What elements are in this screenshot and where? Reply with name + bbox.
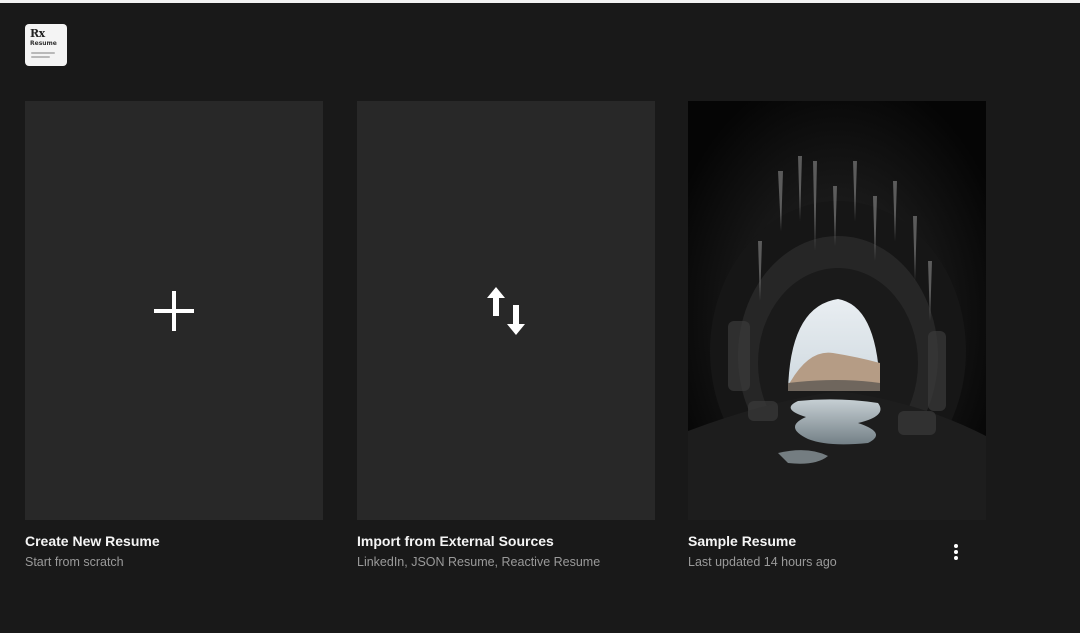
card-subtitle: Last updated 14 hours ago <box>688 555 837 569</box>
create-resume-card[interactable]: Create New Resume Start from scratch <box>25 101 323 570</box>
resume-grid: Create New Resume Start from scratch Imp… <box>25 101 986 581</box>
logo-line <box>31 56 50 58</box>
sample-resume-card[interactable]: Sample Resume Last updated 14 hours ago <box>688 101 986 570</box>
more-options-button[interactable] <box>946 541 966 563</box>
logo-mark: Rx <box>30 27 45 40</box>
card-subtitle: Start from scratch <box>25 555 124 569</box>
logo-line <box>31 52 55 54</box>
logo-word: Resume <box>30 40 57 47</box>
card-subtitle: LinkedIn, JSON Resume, Reactive Resume <box>357 555 601 569</box>
plus-icon <box>150 287 198 335</box>
app-logo[interactable]: Rx Resume <box>25 24 67 66</box>
more-vertical-icon <box>954 544 958 560</box>
import-resume-thumbnail[interactable] <box>357 101 655 520</box>
card-title: Sample Resume <box>688 533 797 549</box>
cave-tunnel-photo <box>688 101 986 520</box>
import-resume-card[interactable]: Import from External Sources LinkedIn, J… <box>357 101 655 570</box>
create-resume-thumbnail[interactable] <box>25 101 323 520</box>
resume-dashboard: Rx Resume Create New Resume Start from s… <box>0 0 1080 633</box>
card-title: Import from External Sources <box>357 533 554 549</box>
import-arrows-icon <box>482 286 530 335</box>
sample-resume-thumbnail[interactable] <box>688 101 986 520</box>
card-title: Create New Resume <box>25 533 160 549</box>
window-top-border <box>0 0 1080 3</box>
